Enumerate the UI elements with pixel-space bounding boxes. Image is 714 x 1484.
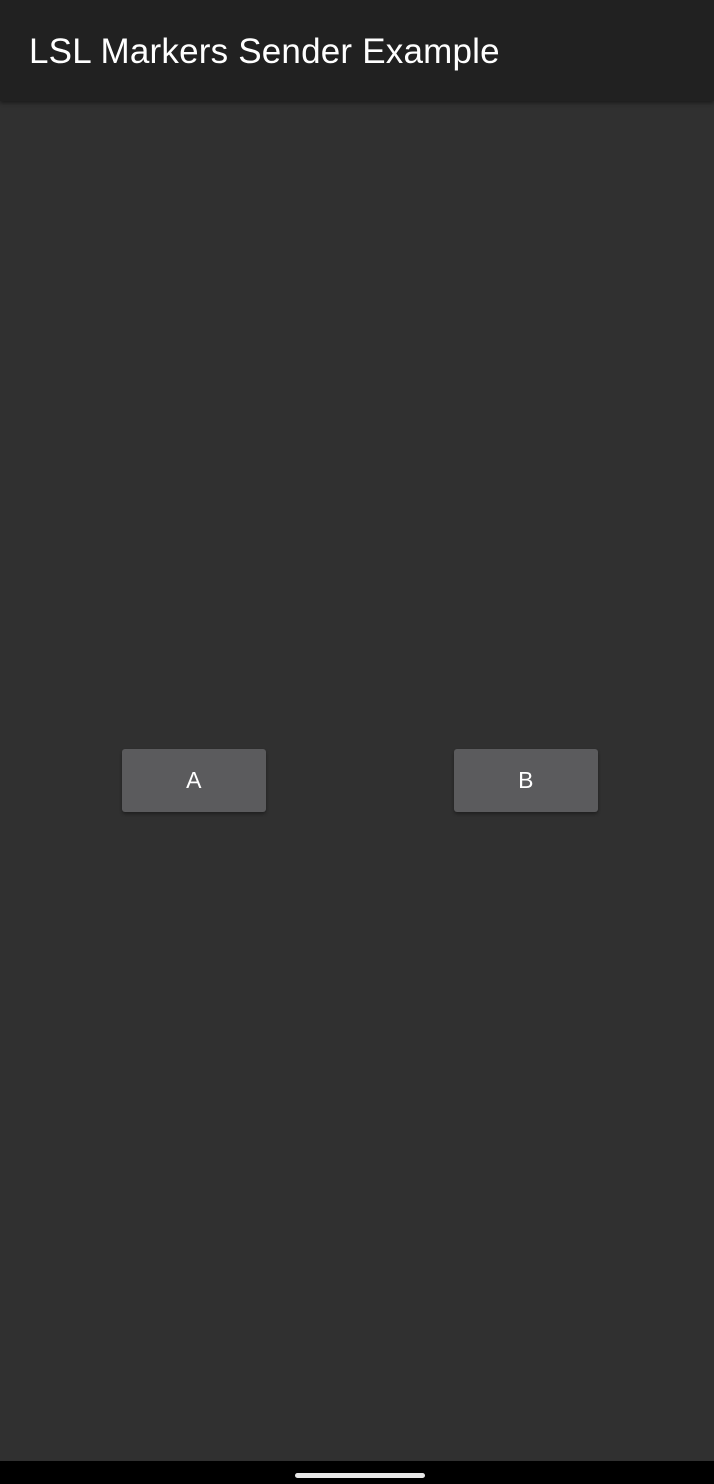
app-title: LSL Markers Sender Example: [29, 32, 500, 71]
main-content: A B: [0, 101, 714, 1461]
marker-b-button[interactable]: B: [454, 749, 598, 812]
home-handle-icon[interactable]: [295, 1473, 425, 1478]
app-screen: LSL Markers Sender Example A B: [0, 0, 714, 1484]
marker-a-button[interactable]: A: [122, 749, 266, 812]
app-bar: LSL Markers Sender Example: [0, 0, 714, 101]
system-navigation-bar: [0, 1461, 714, 1484]
